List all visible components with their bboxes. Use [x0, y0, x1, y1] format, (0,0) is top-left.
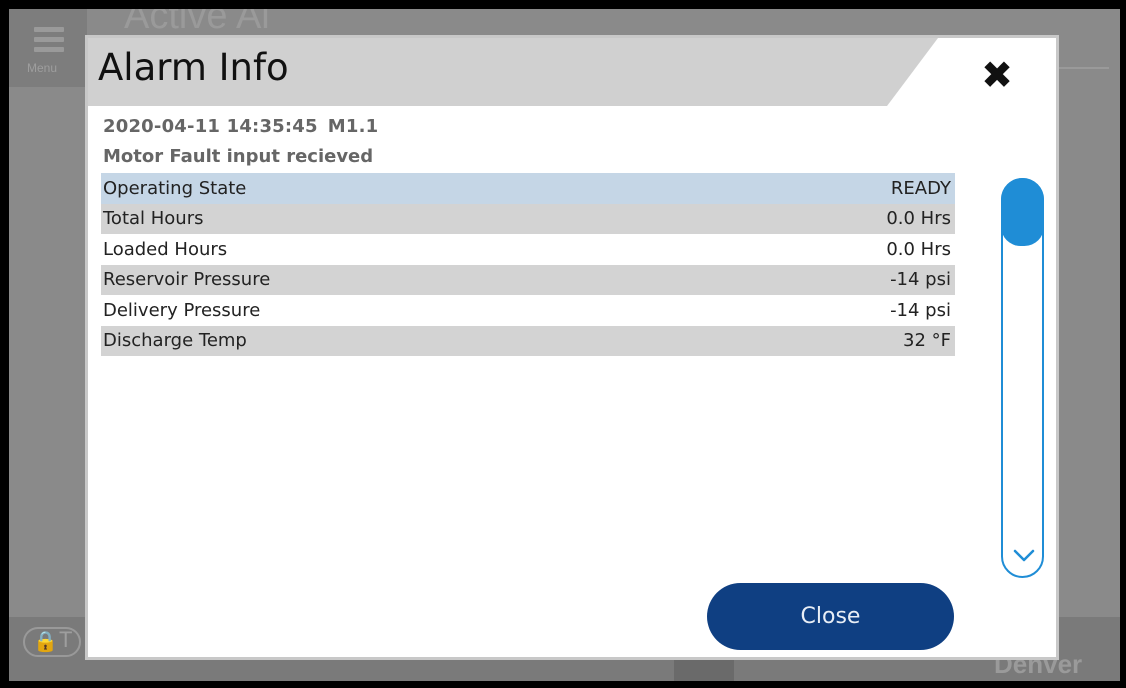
row-value: 0.0 Hrs — [886, 208, 951, 230]
menu-button[interactable]: Menu — [9, 9, 87, 87]
lock-label: T — [59, 627, 73, 652]
close-button[interactable]: Close — [707, 583, 954, 650]
row-label: Discharge Temp — [103, 330, 247, 352]
alarm-code: M1.1 — [327, 116, 379, 137]
row-label: Total Hours — [103, 208, 204, 230]
background-divider — [1059, 67, 1109, 69]
footer-tab — [674, 657, 734, 681]
chevron-down-icon[interactable] — [1013, 548, 1035, 564]
alarm-message: Motor Fault input recieved — [103, 146, 374, 167]
table-row[interactable]: Total Hours 0.0 Hrs — [101, 203, 955, 234]
row-label: Reservoir Pressure — [103, 269, 271, 291]
table-row[interactable]: Delivery Pressure -14 psi — [101, 295, 955, 326]
table-row[interactable]: Operating State READY — [101, 173, 955, 204]
table-row[interactable]: Loaded Hours 0.0 Hrs — [101, 234, 955, 265]
table-row[interactable]: Discharge Temp 32 °F — [101, 325, 955, 356]
row-value: -14 psi — [890, 299, 951, 321]
row-label: Delivery Pressure — [103, 299, 261, 321]
alarm-details-table: Operating State READY Total Hours 0.0 Hr… — [101, 173, 955, 356]
table-row[interactable]: Reservoir Pressure -14 psi — [101, 264, 955, 295]
row-value: -14 psi — [890, 269, 951, 291]
lock-icon: 🔒 — [33, 629, 58, 653]
background-title: Active Al — [124, 9, 270, 37]
row-value: 32 °F — [903, 330, 951, 352]
hamburger-icon — [34, 27, 64, 57]
alarm-timestamp: 2020-04-11 14:35:45 — [103, 116, 318, 137]
row-value: READY — [890, 177, 951, 199]
menu-label: Menu — [27, 61, 58, 75]
close-x-icon[interactable]: ✖ — [977, 55, 1017, 95]
alarm-info-dialog: Alarm Info ✖ 2020-04-11 14:35:45 M1.1 Mot… — [85, 35, 1059, 660]
scrollbar[interactable] — [1001, 178, 1044, 578]
row-label: Loaded Hours — [103, 238, 228, 260]
row-label: Operating State — [103, 177, 247, 199]
alarm-meta: 2020-04-11 14:35:45 M1.1 — [103, 116, 378, 137]
dialog-title: Alarm Info — [98, 46, 289, 89]
row-value: 0.0 Hrs — [886, 238, 951, 260]
scrollbar-thumb[interactable] — [1001, 178, 1044, 246]
